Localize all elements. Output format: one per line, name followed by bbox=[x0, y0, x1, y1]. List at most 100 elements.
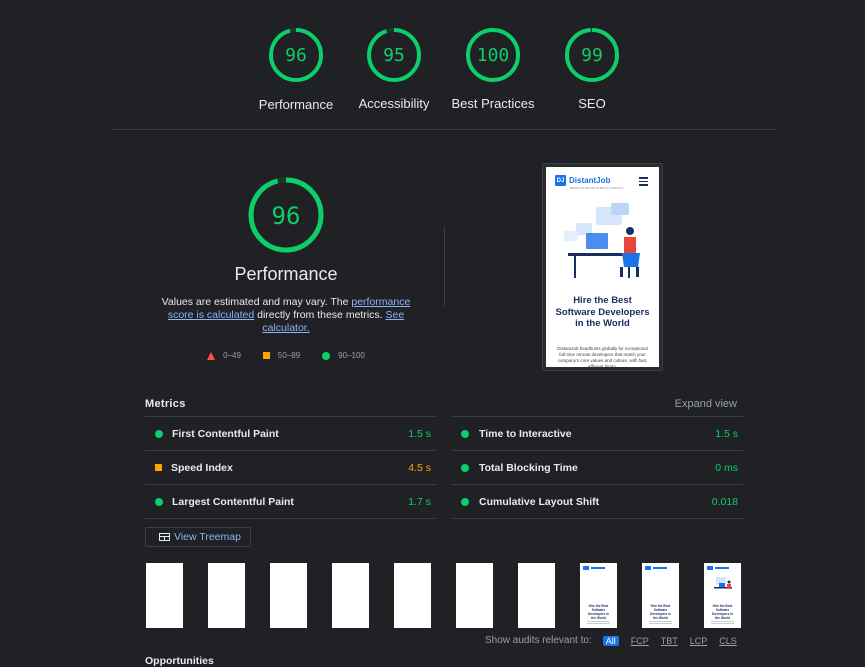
average-square-icon bbox=[155, 464, 162, 471]
desc-text: Values are estimated and may vary. The bbox=[161, 296, 352, 308]
screenshot-page: DJ DistantJob REMOTE RECRUITMENT AGENCY … bbox=[546, 167, 659, 367]
gauge-score: 95 bbox=[383, 45, 405, 66]
frame-logo bbox=[707, 566, 713, 570]
metric-speed-index[interactable]: Speed Index 4.5 s bbox=[145, 450, 436, 484]
gauge-label: SEO bbox=[578, 96, 606, 111]
metric-value: 1.5 s bbox=[715, 428, 738, 440]
filmstrip-frame bbox=[518, 563, 555, 628]
gauge-ring: 95 bbox=[367, 28, 421, 82]
metric-value: 1.7 s bbox=[408, 496, 431, 508]
hamburger-menu-icon bbox=[639, 177, 648, 188]
treemap-icon bbox=[159, 533, 170, 541]
frame-body bbox=[649, 621, 672, 625]
frame-logo bbox=[645, 566, 651, 570]
view-treemap-button[interactable]: View Treemap bbox=[145, 527, 251, 547]
metrics-header: Metrics Expand view bbox=[145, 398, 742, 412]
metric-time-to-interactive[interactable]: Time to Interactive 1.5 s bbox=[452, 416, 743, 450]
metric-name: Time to Interactive bbox=[479, 428, 572, 440]
gauge-performance[interactable]: 96 Performance bbox=[246, 27, 346, 112]
metric-name: First Contentful Paint bbox=[172, 428, 279, 440]
metric-name: Total Blocking Time bbox=[479, 462, 578, 474]
metric-name: Speed Index bbox=[171, 462, 233, 474]
filmstrip-frame bbox=[394, 563, 431, 628]
frame-logo-text bbox=[591, 567, 605, 569]
metric-value: 0.018 bbox=[711, 496, 738, 508]
square-icon bbox=[262, 352, 270, 359]
legend-fail-label: 0–49 bbox=[223, 351, 241, 360]
desc-text: directly from these metrics. bbox=[254, 309, 386, 321]
category-gauges: 96 Performance 95 Accessibility 100 Best… bbox=[0, 0, 865, 130]
logo-badge: DJ bbox=[555, 175, 566, 186]
gauge-ring: 96 bbox=[269, 28, 323, 82]
final-screenshot[interactable]: DJ DistantJob REMOTE RECRUITMENT AGENCY … bbox=[542, 163, 663, 371]
frame-body bbox=[587, 621, 610, 625]
pass-circle-icon bbox=[155, 430, 163, 438]
metric-cumulative-layout-shift[interactable]: Cumulative Layout Shift 0.018 bbox=[452, 484, 743, 519]
filmstrip-frame bbox=[208, 563, 245, 628]
frame-logo-text bbox=[653, 567, 667, 569]
audit-filter-label: Show audits relevant to: bbox=[485, 635, 592, 646]
triangle-icon bbox=[207, 351, 216, 360]
filmstrip-frame: Hire the Best Software Developers in the… bbox=[642, 563, 679, 628]
site-logo: DJ DistantJob bbox=[555, 175, 610, 186]
filter-chip-all[interactable]: All bbox=[602, 635, 619, 646]
filmstrip: Hire the Best Software Developers in the… bbox=[145, 563, 745, 628]
header-divider bbox=[113, 129, 775, 130]
circle-icon bbox=[322, 351, 331, 360]
gauge-score: 100 bbox=[477, 45, 510, 66]
performance-score: 96 bbox=[272, 202, 301, 230]
metrics-column-right: Time to Interactive 1.5 s Total Blocking… bbox=[452, 416, 743, 519]
hero-headline: Hire the Best Software Developers in the… bbox=[555, 295, 650, 329]
performance-title: Performance bbox=[234, 264, 338, 284]
hero-illustration bbox=[564, 203, 640, 278]
filter-chip-fcp[interactable]: FCP bbox=[631, 636, 649, 646]
audit-filter: Show audits relevant to: All FCP TBT LCP… bbox=[485, 635, 737, 646]
legend-average-label: 50–89 bbox=[277, 351, 301, 360]
logo-subtitle: REMOTE RECRUITMENT AGENCY bbox=[570, 186, 624, 190]
frame-headline: Hire the Best Software Developers in the… bbox=[588, 604, 609, 620]
metric-name: Cumulative Layout Shift bbox=[479, 496, 600, 508]
expand-view-button[interactable]: Expand view bbox=[675, 398, 737, 410]
legend-pass: 90–100 bbox=[322, 351, 365, 360]
frame-logo-text bbox=[715, 567, 729, 569]
filmstrip-frame bbox=[270, 563, 307, 628]
gauge-accessibility[interactable]: 95 Accessibility bbox=[344, 27, 444, 111]
metric-value: 0 ms bbox=[715, 462, 738, 474]
filter-chip-tbt[interactable]: TBT bbox=[661, 636, 678, 646]
frame-illustration bbox=[714, 577, 732, 589]
gauge-seo[interactable]: 99 SEO bbox=[542, 27, 642, 111]
pass-circle-icon bbox=[461, 464, 469, 472]
pass-circle-icon bbox=[155, 498, 163, 506]
gauge-label: Accessibility bbox=[358, 96, 430, 111]
metric-largest-contentful-paint[interactable]: Largest Contentful Paint 1.7 s bbox=[145, 484, 436, 519]
frame-body bbox=[711, 621, 734, 625]
gauge-score: 99 bbox=[581, 45, 603, 66]
legend-average: 50–89 bbox=[262, 351, 301, 360]
metrics-column-left: First Contentful Paint 1.5 s Speed Index… bbox=[145, 416, 436, 519]
filmstrip-frame: Hire the Best Software Developers in the… bbox=[580, 563, 617, 628]
metric-first-contentful-paint[interactable]: First Contentful Paint 1.5 s bbox=[145, 416, 436, 450]
gauge-ring: 99 bbox=[565, 28, 619, 82]
gauge-best-practices[interactable]: 100 Best Practices bbox=[443, 27, 543, 111]
filmstrip-frame bbox=[332, 563, 369, 628]
gauge-label: Performance bbox=[258, 97, 334, 112]
metric-value: 4.5 s bbox=[408, 462, 431, 474]
gauge-ring: 100 bbox=[466, 28, 520, 82]
frame-headline: Hire the Best Software Developers in the… bbox=[712, 604, 733, 620]
metrics-title: Metrics bbox=[145, 398, 186, 410]
pass-circle-icon bbox=[461, 498, 469, 506]
frame-logo bbox=[583, 566, 589, 570]
logo-name: DistantJob bbox=[569, 176, 611, 185]
filmstrip-frame bbox=[146, 563, 183, 628]
gauge-label: Best Practices bbox=[451, 96, 535, 111]
metric-value: 1.5 s bbox=[408, 428, 431, 440]
performance-description: Values are estimated and may vary. The p… bbox=[151, 296, 421, 335]
opportunities-heading: Opportunities bbox=[145, 655, 214, 667]
filmstrip-frame bbox=[456, 563, 493, 628]
gauge-score: 96 bbox=[285, 45, 307, 66]
performance-gauge: 96 bbox=[248, 177, 324, 253]
hero-body: DistantJob headhunts globally for except… bbox=[557, 346, 648, 367]
metric-total-blocking-time[interactable]: Total Blocking Time 0 ms bbox=[452, 450, 743, 484]
filter-chip-lcp[interactable]: LCP bbox=[690, 636, 708, 646]
filter-chip-cls[interactable]: CLS bbox=[719, 636, 737, 646]
